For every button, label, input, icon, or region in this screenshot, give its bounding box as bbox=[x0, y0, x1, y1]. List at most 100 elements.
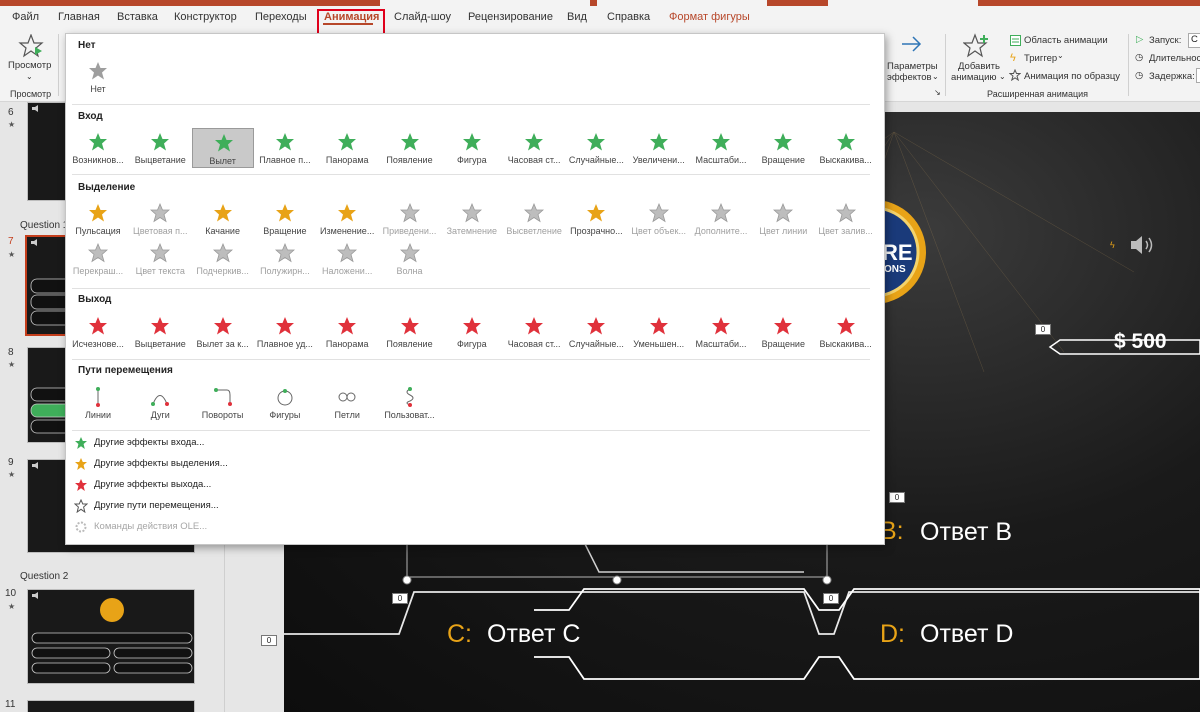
prize-amount[interactable]: $ 500 bbox=[1114, 330, 1167, 354]
slide-number: 10 bbox=[5, 588, 17, 599]
effect-label: Фигура bbox=[457, 339, 487, 349]
slide-thumbnail-10[interactable] bbox=[27, 589, 195, 684]
speaker-icon[interactable] bbox=[1129, 234, 1159, 256]
entry-effect-4[interactable]: Плавное п... bbox=[254, 128, 316, 168]
effect-star-icon bbox=[338, 317, 357, 335]
path-effect-4[interactable]: Фигуры bbox=[254, 383, 316, 423]
tab-shape-format[interactable]: Формат фигуры bbox=[669, 11, 750, 23]
exit-effect-8[interactable]: Часовая ст... bbox=[503, 312, 565, 352]
answer-d-text[interactable]: Ответ D bbox=[920, 620, 1013, 649]
entry-header: Вход bbox=[78, 111, 103, 122]
add-animation-star-icon[interactable] bbox=[963, 33, 989, 59]
path-effect-1[interactable]: Линии bbox=[67, 383, 129, 423]
exit-effect-9[interactable]: Случайные... bbox=[565, 312, 627, 352]
emphasis-star-icon bbox=[75, 458, 87, 470]
effect-none[interactable]: Нет bbox=[67, 57, 129, 97]
effect-label: Фигура bbox=[457, 155, 487, 165]
tab-insert[interactable]: Вставка bbox=[117, 11, 158, 23]
exit-effect-5[interactable]: Панорама bbox=[316, 312, 378, 352]
tab-view[interactable]: Вид bbox=[567, 11, 587, 23]
animation-order-tag[interactable]: 0 bbox=[823, 593, 839, 604]
entry-effect-7[interactable]: Фигура bbox=[441, 128, 503, 168]
entry-effect-10[interactable]: Увеличени... bbox=[628, 128, 690, 168]
preview-star-icon[interactable] bbox=[18, 34, 44, 58]
tab-help[interactable]: Справка bbox=[607, 11, 650, 23]
effect-label: Пользоват... bbox=[384, 410, 435, 420]
exit-effect-1[interactable]: Исчезнове... bbox=[67, 312, 129, 352]
entry-effect-6[interactable]: Появление bbox=[379, 128, 441, 168]
speaker-icon bbox=[32, 105, 38, 112]
animation-order-tag[interactable]: 0 bbox=[261, 635, 277, 646]
more-exit-label: Другие эффекты выхода... bbox=[94, 479, 212, 490]
animation-gallery-dropdown: Нет Нет Вход Возникнов... Выцветание Вылет… bbox=[65, 33, 885, 545]
animation-star-icon: ★ bbox=[8, 360, 16, 369]
delay-input[interactable] bbox=[1196, 68, 1200, 83]
trigger-button[interactable]: Триггер bbox=[1024, 53, 1057, 64]
exit-effect-13[interactable]: Выскакива... bbox=[815, 312, 877, 352]
answer-b-text[interactable]: Ответ В bbox=[920, 518, 1012, 547]
slide-thumbnail-11[interactable] bbox=[27, 700, 195, 712]
effect-star-icon bbox=[89, 204, 107, 222]
exit-effect-10[interactable]: Уменьшен... bbox=[628, 312, 690, 352]
effect-label: Подчеркив... bbox=[196, 266, 249, 276]
answer-c-text[interactable]: Ответ С bbox=[487, 620, 580, 649]
chevron-down-icon[interactable]: ⌄ bbox=[932, 72, 939, 81]
exit-effect-11[interactable]: Масштаби... bbox=[690, 312, 752, 352]
emphasis-effect-3[interactable]: Качание bbox=[192, 199, 254, 239]
path-effect-6[interactable]: Пользоват... bbox=[379, 383, 441, 423]
preview-button[interactable]: Просмотр bbox=[8, 60, 51, 71]
tab-slideshow[interactable]: Слайд-шоу bbox=[394, 11, 451, 23]
animation-order-tag[interactable]: 0 bbox=[392, 593, 408, 604]
section-name[interactable]: Question 2 bbox=[20, 571, 68, 582]
add-animation-button[interactable]: Добавить bbox=[958, 61, 1000, 72]
animation-order-tag[interactable]: 0 bbox=[889, 492, 905, 503]
entry-effect-3[interactable]: Вылет bbox=[191, 128, 254, 168]
effect-label: Нет bbox=[90, 84, 106, 94]
entry-effect-12[interactable]: Вращение bbox=[752, 128, 814, 168]
exit-effect-4[interactable]: Плавное уд... bbox=[254, 312, 316, 352]
effect-label: Цвет текста bbox=[135, 266, 185, 276]
ribbon-separator bbox=[945, 34, 946, 96]
path-effect-3[interactable]: Повороты bbox=[192, 383, 254, 423]
exit-effect-2[interactable]: Выцветание bbox=[129, 312, 191, 352]
motion-path-icon bbox=[96, 387, 100, 407]
dialog-launcher-icon[interactable]: ↘ bbox=[934, 88, 941, 97]
emphasis-effect-9[interactable]: Прозрачно... bbox=[565, 199, 627, 239]
entry-effect-2[interactable]: Выцветание bbox=[129, 128, 191, 168]
chevron-down-icon[interactable]: ⌄ bbox=[26, 72, 33, 81]
animation-painter-button[interactable]: Анимация по образцу bbox=[1024, 71, 1120, 82]
effect-star-icon bbox=[835, 203, 856, 223]
emphasis-effect-4[interactable]: Вращение bbox=[254, 199, 316, 239]
effect-star-icon bbox=[275, 204, 294, 222]
paths-header: Пути перемещения bbox=[78, 365, 173, 376]
start-select[interactable]: С bbox=[1188, 33, 1200, 48]
entry-effect-8[interactable]: Часовая ст... bbox=[503, 128, 565, 168]
chevron-down-icon[interactable]: ⌄ bbox=[1057, 51, 1064, 60]
emphasis-effect-1[interactable]: Пульсация bbox=[67, 199, 129, 239]
effect-label: Выцветание bbox=[134, 339, 186, 349]
section-name[interactable]: Question 1 bbox=[20, 220, 68, 231]
exit-effect-7[interactable]: Фигура bbox=[441, 312, 503, 352]
path-effect-2[interactable]: Дуги bbox=[129, 383, 191, 423]
entry-effect-1[interactable]: Возникнов... bbox=[67, 128, 129, 168]
animation-pane-button[interactable]: Область анимации bbox=[1024, 35, 1108, 46]
entry-effect-11[interactable]: Масштаби... bbox=[690, 128, 752, 168]
path-effect-5[interactable]: Петли bbox=[316, 383, 378, 423]
tab-transitions[interactable]: Переходы bbox=[255, 11, 307, 23]
tab-design[interactable]: Конструктор bbox=[174, 11, 237, 23]
tab-home[interactable]: Главная bbox=[58, 11, 100, 23]
section-divider bbox=[72, 430, 870, 431]
entry-effect-5[interactable]: Панорама bbox=[316, 128, 378, 168]
exit-effect-6[interactable]: Появление bbox=[379, 312, 441, 352]
tab-review[interactable]: Рецензирование bbox=[468, 11, 553, 23]
chevron-down-icon[interactable]: ⌄ bbox=[999, 72, 1006, 81]
entry-effect-9[interactable]: Случайные... bbox=[565, 128, 627, 168]
exit-effect-3[interactable]: Вылет за к... bbox=[192, 312, 254, 352]
arrow-right-icon[interactable] bbox=[900, 34, 924, 54]
effect-params-button[interactable]: Параметры bbox=[887, 61, 938, 72]
emphasis-effect-5[interactable]: Изменение... bbox=[316, 199, 378, 239]
tab-file[interactable]: Файл bbox=[12, 11, 39, 23]
entry-effect-13[interactable]: Выскакива... bbox=[815, 128, 877, 168]
exit-effect-12[interactable]: Вращение bbox=[752, 312, 814, 352]
animation-order-tag[interactable]: 0 bbox=[1035, 324, 1051, 335]
